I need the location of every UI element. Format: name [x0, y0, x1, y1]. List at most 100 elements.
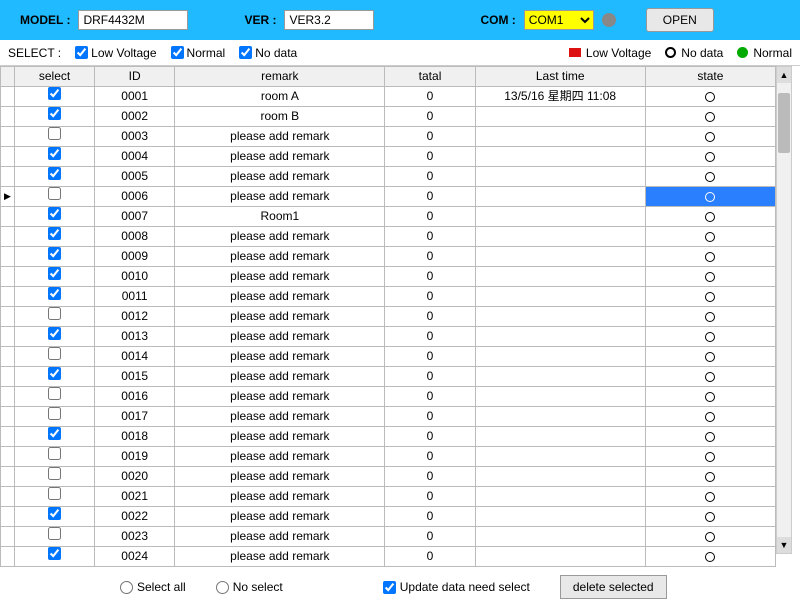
cell-state[interactable]: [645, 367, 775, 387]
cell-id[interactable]: 0014: [95, 347, 175, 367]
cell-state[interactable]: [645, 307, 775, 327]
delete-selected-button[interactable]: delete selected: [560, 575, 667, 599]
cell-state[interactable]: [645, 87, 775, 107]
cell-tatal[interactable]: 0: [385, 467, 475, 487]
cell-state[interactable]: [645, 267, 775, 287]
cell-last-time[interactable]: [475, 307, 645, 327]
row-checkbox[interactable]: [48, 547, 61, 560]
cell-state[interactable]: [645, 207, 775, 227]
cell-last-time[interactable]: [475, 267, 645, 287]
cell-remark[interactable]: please add remark: [175, 407, 385, 427]
cell-select[interactable]: [15, 367, 95, 387]
cell-remark[interactable]: please add remark: [175, 447, 385, 467]
cell-state[interactable]: [645, 327, 775, 347]
cell-select[interactable]: [15, 167, 95, 187]
table-row[interactable]: 0009please add remark0: [1, 247, 776, 267]
table-row[interactable]: 0004please add remark0: [1, 147, 776, 167]
cell-id[interactable]: 0002: [95, 107, 175, 127]
cell-select[interactable]: [15, 287, 95, 307]
cell-state[interactable]: [645, 347, 775, 367]
cell-last-time[interactable]: [475, 427, 645, 447]
cell-remark[interactable]: please add remark: [175, 247, 385, 267]
cell-last-time[interactable]: [475, 387, 645, 407]
cell-select[interactable]: [15, 87, 95, 107]
table-row[interactable]: 0012please add remark0: [1, 307, 776, 327]
row-checkbox[interactable]: [48, 207, 61, 220]
cell-remark[interactable]: please add remark: [175, 327, 385, 347]
table-row[interactable]: 0003please add remark0: [1, 127, 776, 147]
cell-id[interactable]: 0010: [95, 267, 175, 287]
cell-remark[interactable]: please add remark: [175, 427, 385, 447]
cell-remark[interactable]: please add remark: [175, 227, 385, 247]
cell-tatal[interactable]: 0: [385, 387, 475, 407]
filter-low-voltage[interactable]: Low Voltage: [75, 46, 156, 60]
cell-id[interactable]: 0020: [95, 467, 175, 487]
cell-last-time[interactable]: [475, 247, 645, 267]
cell-select[interactable]: [15, 147, 95, 167]
cell-select[interactable]: [15, 467, 95, 487]
table-row[interactable]: 0010please add remark0: [1, 267, 776, 287]
cell-id[interactable]: 0003: [95, 127, 175, 147]
cell-last-time[interactable]: [475, 347, 645, 367]
cell-select[interactable]: [15, 427, 95, 447]
table-row[interactable]: 0015please add remark0: [1, 367, 776, 387]
cell-remark[interactable]: please add remark: [175, 127, 385, 147]
cell-state[interactable]: [645, 127, 775, 147]
table-row[interactable]: 0007Room10: [1, 207, 776, 227]
cell-remark[interactable]: please add remark: [175, 147, 385, 167]
cell-tatal[interactable]: 0: [385, 127, 475, 147]
cell-state[interactable]: [645, 447, 775, 467]
cell-tatal[interactable]: 0: [385, 147, 475, 167]
cell-remark[interactable]: please add remark: [175, 267, 385, 287]
cell-tatal[interactable]: 0: [385, 287, 475, 307]
cell-select[interactable]: [15, 307, 95, 327]
filter-no-data[interactable]: No data: [239, 46, 297, 60]
cell-last-time[interactable]: [475, 227, 645, 247]
table-row[interactable]: 0002room B0: [1, 107, 776, 127]
cell-remark[interactable]: please add remark: [175, 167, 385, 187]
cell-last-time[interactable]: [475, 487, 645, 507]
row-checkbox[interactable]: [48, 187, 61, 200]
cell-id[interactable]: 0005: [95, 167, 175, 187]
col-last-time[interactable]: Last time: [475, 67, 645, 87]
row-checkbox[interactable]: [48, 507, 61, 520]
cell-remark[interactable]: please add remark: [175, 307, 385, 327]
row-checkbox[interactable]: [48, 147, 61, 160]
cell-tatal[interactable]: 0: [385, 547, 475, 567]
cell-remark[interactable]: please add remark: [175, 287, 385, 307]
cell-tatal[interactable]: 0: [385, 247, 475, 267]
table-row[interactable]: 0023please add remark0: [1, 527, 776, 547]
row-checkbox[interactable]: [48, 107, 61, 120]
cell-tatal[interactable]: 0: [385, 487, 475, 507]
row-checkbox[interactable]: [48, 87, 61, 100]
cell-state[interactable]: [645, 427, 775, 447]
cell-remark[interactable]: Room1: [175, 207, 385, 227]
cell-select[interactable]: [15, 487, 95, 507]
scroll-thumb[interactable]: [778, 93, 790, 153]
cell-last-time[interactable]: [475, 187, 645, 207]
cell-id[interactable]: 0006: [95, 187, 175, 207]
cell-id[interactable]: 0022: [95, 507, 175, 527]
cell-state[interactable]: [645, 507, 775, 527]
col-select[interactable]: select: [15, 67, 95, 87]
cell-state[interactable]: [645, 107, 775, 127]
cell-last-time[interactable]: [475, 547, 645, 567]
cell-remark[interactable]: please add remark: [175, 367, 385, 387]
cell-last-time[interactable]: [475, 107, 645, 127]
cell-tatal[interactable]: 0: [385, 407, 475, 427]
cell-state[interactable]: [645, 227, 775, 247]
cell-id[interactable]: 0023: [95, 527, 175, 547]
table-row[interactable]: 0020please add remark0: [1, 467, 776, 487]
cell-id[interactable]: 0015: [95, 367, 175, 387]
row-checkbox[interactable]: [48, 447, 61, 460]
cell-select[interactable]: [15, 407, 95, 427]
cell-state[interactable]: [645, 247, 775, 267]
cell-tatal[interactable]: 0: [385, 307, 475, 327]
cell-state[interactable]: [645, 387, 775, 407]
cell-state[interactable]: [645, 147, 775, 167]
cell-id[interactable]: 0007: [95, 207, 175, 227]
row-checkbox[interactable]: [48, 427, 61, 440]
row-checkbox[interactable]: [48, 387, 61, 400]
cell-state[interactable]: [645, 287, 775, 307]
row-checkbox[interactable]: [48, 467, 61, 480]
